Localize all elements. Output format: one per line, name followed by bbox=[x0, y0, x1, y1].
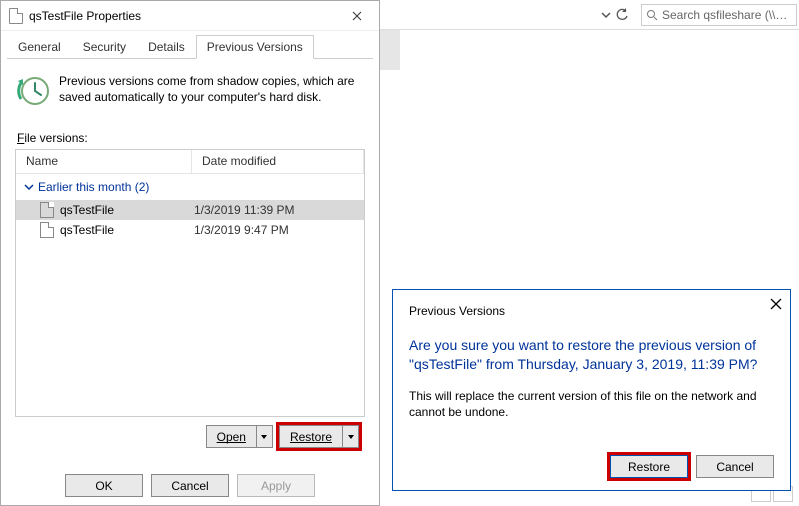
tabs: General Security Details Previous Versio… bbox=[1, 31, 379, 59]
confirm-cancel-button[interactable]: Cancel bbox=[696, 455, 774, 478]
address-bar-controls[interactable] bbox=[601, 4, 637, 26]
dialog-buttons: OK Cancel Apply bbox=[1, 474, 379, 497]
properties-window: qsTestFile Properties General Security D… bbox=[0, 0, 380, 506]
version-row[interactable]: qsTestFile 1/3/2019 11:39 PM bbox=[16, 200, 364, 220]
search-input[interactable]: Search qsfileshare (\\qsstorag... bbox=[641, 4, 797, 26]
close-button[interactable] bbox=[337, 2, 377, 30]
confirm-dialog: Previous Versions Are you sure you want … bbox=[392, 289, 791, 491]
refresh-icon[interactable] bbox=[615, 8, 629, 22]
titlebar[interactable]: qsTestFile Properties bbox=[1, 1, 379, 31]
close-icon bbox=[352, 11, 362, 21]
list-header[interactable]: Name Date modified bbox=[16, 150, 364, 174]
history-icon bbox=[15, 73, 51, 109]
chevron-down-icon bbox=[24, 182, 34, 192]
window-title: qsTestFile Properties bbox=[29, 9, 337, 23]
group-earlier-this-month[interactable]: Earlier this month (2) bbox=[16, 174, 364, 200]
tab-general[interactable]: General bbox=[7, 35, 72, 59]
close-icon bbox=[770, 298, 782, 310]
file-versions-label: File versions: bbox=[17, 131, 365, 145]
file-date: 1/3/2019 9:47 PM bbox=[194, 223, 289, 237]
col-date[interactable]: Date modified bbox=[192, 150, 364, 173]
confirm-close-button[interactable] bbox=[770, 298, 782, 310]
tab-details[interactable]: Details bbox=[137, 35, 196, 59]
confirm-main-text: Are you sure you want to restore the pre… bbox=[409, 336, 774, 374]
explorer-toolbar: Search qsfileshare (\\qsstorag... bbox=[380, 0, 799, 30]
search-placeholder: Search qsfileshare (\\qsstorag... bbox=[662, 8, 792, 22]
file-name: qsTestFile bbox=[60, 203, 194, 217]
tab-previous-versions[interactable]: Previous Versions bbox=[196, 35, 314, 59]
file-name: qsTestFile bbox=[60, 223, 194, 237]
file-icon bbox=[40, 222, 54, 238]
caret-down-icon bbox=[347, 433, 355, 441]
col-name[interactable]: Name bbox=[16, 150, 192, 173]
cancel-button[interactable]: Cancel bbox=[151, 474, 229, 497]
tab-content: Previous versions come from shadow copie… bbox=[1, 59, 379, 448]
confirm-buttons: Restore Cancel bbox=[610, 455, 774, 478]
explorer-content-edge bbox=[380, 30, 400, 70]
caret-down-icon bbox=[260, 433, 268, 441]
version-row[interactable]: qsTestFile 1/3/2019 9:47 PM bbox=[16, 220, 364, 240]
open-dropdown[interactable] bbox=[256, 426, 272, 447]
restore-dropdown[interactable] bbox=[342, 426, 358, 447]
ok-button[interactable]: OK bbox=[65, 474, 143, 497]
document-icon bbox=[9, 8, 23, 24]
restore-button[interactable]: Restore bbox=[279, 425, 359, 448]
info-text: Previous versions come from shadow copie… bbox=[59, 73, 365, 109]
versions-list[interactable]: Name Date modified Earlier this month (2… bbox=[15, 149, 365, 417]
confirm-sub-text: This will replace the current version of… bbox=[409, 388, 774, 420]
file-date: 1/3/2019 11:39 PM bbox=[194, 203, 295, 217]
tab-security[interactable]: Security bbox=[72, 35, 137, 59]
version-actions: Open Restore bbox=[15, 417, 365, 448]
open-button[interactable]: Open bbox=[206, 425, 273, 448]
confirm-title: Previous Versions bbox=[409, 304, 774, 318]
confirm-restore-button[interactable]: Restore bbox=[610, 455, 688, 478]
search-icon bbox=[646, 9, 658, 21]
chevron-down-icon bbox=[601, 10, 611, 20]
file-icon bbox=[40, 202, 54, 218]
apply-button: Apply bbox=[237, 474, 315, 497]
